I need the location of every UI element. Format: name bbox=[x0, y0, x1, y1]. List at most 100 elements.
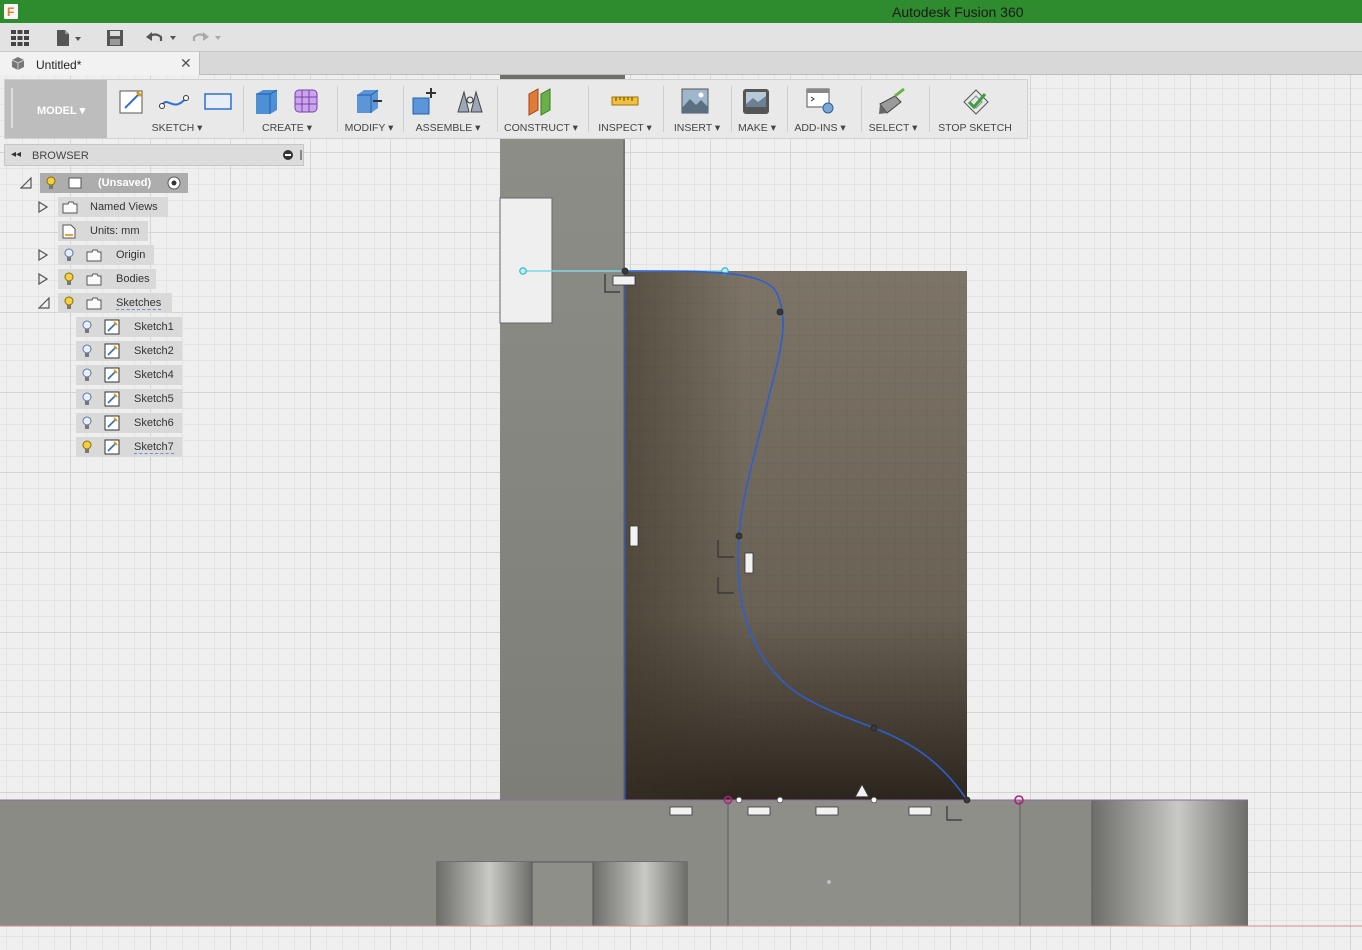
collapse-arrow-icon[interactable] bbox=[20, 177, 32, 189]
construct-menu-label: CONSTRUCT ▾ bbox=[504, 122, 578, 134]
new-component-icon[interactable] bbox=[411, 86, 441, 116]
undo-button[interactable] bbox=[145, 27, 179, 49]
browser-node-named-views[interactable]: Named Views bbox=[58, 197, 168, 217]
browser-node-units[interactable]: Units: mm bbox=[58, 221, 148, 241]
select-group[interactable]: SELECT ▾ bbox=[863, 80, 923, 138]
browser-node-origin[interactable]: Origin bbox=[58, 245, 154, 265]
minimize-browser-icon[interactable] bbox=[283, 150, 293, 160]
design-canvas[interactable] bbox=[0, 75, 1362, 950]
add-ins-group[interactable]: ADD-INS ▾ bbox=[789, 80, 851, 138]
sketch-point[interactable] bbox=[870, 796, 878, 804]
construction-point[interactable] bbox=[519, 267, 527, 275]
create-group[interactable]: CREATE ▾ bbox=[245, 80, 329, 138]
stop-sketch-icon[interactable] bbox=[961, 86, 991, 116]
expand-arrow-icon[interactable] bbox=[38, 273, 48, 285]
lightbulb-on-icon[interactable] bbox=[64, 272, 74, 286]
press-pull-icon[interactable] bbox=[353, 86, 383, 116]
insert-menu-label: INSERT ▾ bbox=[673, 122, 721, 134]
spline-point[interactable] bbox=[963, 796, 971, 804]
stop-sketch-group[interactable]: STOP SKETCH bbox=[931, 80, 1019, 138]
sketch-group[interactable]: SKETCH ▾ bbox=[113, 80, 241, 138]
browser-sketch-item[interactable]: Sketch7 bbox=[76, 437, 182, 457]
panel-grip-icon[interactable] bbox=[300, 150, 302, 160]
browser-sketch-item[interactable]: Sketch1 bbox=[76, 317, 182, 337]
lightbulb-on-icon[interactable] bbox=[46, 176, 56, 190]
units-document-icon bbox=[62, 224, 76, 239]
wall-body[interactable] bbox=[499, 75, 625, 800]
activate-radio-icon[interactable] bbox=[167, 176, 181, 190]
spline-point[interactable] bbox=[870, 724, 878, 732]
horizontal-constraint-icon bbox=[908, 806, 932, 816]
browser-header[interactable]: ◂◂ BROWSER bbox=[4, 144, 304, 166]
sketch-point[interactable] bbox=[735, 796, 743, 804]
workspace-mode-label: MODEL ▾ bbox=[37, 105, 86, 117]
sketch-icon bbox=[104, 439, 120, 455]
lightbulb-off-icon[interactable] bbox=[82, 320, 92, 334]
sketch-menu-label: SKETCH ▾ bbox=[151, 122, 203, 134]
toolbar-divider bbox=[588, 86, 589, 132]
select-brush-icon[interactable] bbox=[877, 86, 907, 116]
sketch-icon bbox=[104, 343, 120, 359]
workspace-mode-button[interactable]: MODEL ▾ bbox=[5, 80, 107, 138]
insert-image-icon[interactable] bbox=[680, 86, 710, 116]
collapse-browser-icon[interactable]: ◂◂ bbox=[11, 149, 21, 160]
browser-root-node[interactable]: (Unsaved) bbox=[40, 173, 188, 193]
create-sketch-icon[interactable] bbox=[117, 86, 147, 116]
spline-point[interactable] bbox=[776, 308, 784, 316]
expand-arrow-icon[interactable] bbox=[38, 201, 48, 213]
inspect-menu-label: INSPECT ▾ bbox=[598, 122, 652, 134]
lightbulb-off-icon[interactable] bbox=[82, 392, 92, 406]
redo-button[interactable] bbox=[190, 27, 224, 49]
expand-arrow-icon[interactable] bbox=[38, 249, 48, 261]
base-body[interactable] bbox=[0, 799, 1362, 927]
spline-point[interactable] bbox=[735, 532, 743, 540]
horizontal-constraint-icon bbox=[815, 806, 839, 816]
data-panel-button[interactable] bbox=[10, 27, 30, 49]
offset-plane-icon[interactable] bbox=[526, 86, 556, 116]
browser-sketch-item[interactable]: Sketch2 bbox=[76, 341, 182, 361]
fusion-logo-icon[interactable]: F bbox=[4, 4, 18, 19]
file-icon bbox=[57, 30, 81, 46]
named-views-label: Named Views bbox=[90, 201, 158, 213]
browser-sketch-item[interactable]: Sketch5 bbox=[76, 389, 182, 409]
insert-group[interactable]: INSERT ▾ bbox=[665, 80, 729, 138]
lightbulb-on-icon[interactable] bbox=[82, 440, 92, 454]
inspect-group[interactable]: INSPECT ▾ bbox=[590, 80, 660, 138]
browser-sketch-item[interactable]: Sketch4 bbox=[76, 365, 182, 385]
scripts-addins-icon[interactable] bbox=[805, 86, 835, 116]
assemble-group[interactable]: ASSEMBLE ▾ bbox=[405, 80, 491, 138]
browser-node-sketches[interactable]: Sketches bbox=[58, 293, 172, 313]
browser-sketch-item[interactable]: Sketch6 bbox=[76, 413, 182, 433]
viewport-scene bbox=[0, 75, 1362, 927]
measure-icon[interactable] bbox=[610, 86, 640, 116]
close-tab-icon[interactable]: ✕ bbox=[180, 55, 192, 72]
sketch-profile-face[interactable] bbox=[624, 271, 967, 800]
spline-tool-icon[interactable] bbox=[159, 86, 189, 116]
file-menu-button[interactable] bbox=[55, 27, 83, 49]
create-menu-label: CREATE ▾ bbox=[262, 122, 312, 134]
spline-point[interactable] bbox=[621, 267, 629, 275]
3d-print-icon[interactable] bbox=[741, 86, 771, 116]
save-button[interactable] bbox=[106, 27, 124, 49]
extrude-icon[interactable] bbox=[251, 86, 281, 116]
make-group[interactable]: MAKE ▾ bbox=[733, 80, 781, 138]
joint-icon[interactable] bbox=[455, 86, 485, 116]
form-tspline-icon[interactable] bbox=[291, 86, 321, 116]
origin-label: Origin bbox=[116, 249, 146, 261]
select-menu-label: SELECT ▾ bbox=[868, 122, 918, 134]
document-tab[interactable]: Untitled* ✕ bbox=[0, 52, 200, 75]
browser-node-bodies[interactable]: Bodies bbox=[58, 269, 156, 289]
sketch-point[interactable] bbox=[776, 796, 784, 804]
browser-title: BROWSER bbox=[32, 150, 89, 162]
lightbulb-on-icon[interactable] bbox=[64, 296, 74, 310]
collapse-arrow-icon[interactable] bbox=[38, 297, 50, 309]
root-node-label: (Unsaved) bbox=[98, 177, 152, 189]
lightbulb-off-icon[interactable] bbox=[82, 368, 92, 382]
lightbulb-off-icon[interactable] bbox=[64, 248, 74, 262]
construct-group[interactable]: CONSTRUCT ▾ bbox=[499, 80, 583, 138]
modify-group[interactable]: MODIFY ▾ bbox=[339, 80, 399, 138]
rectangle-tool-icon[interactable] bbox=[203, 86, 233, 116]
lightbulb-off-icon[interactable] bbox=[82, 344, 92, 358]
sketch-icon bbox=[104, 415, 120, 431]
lightbulb-off-icon[interactable] bbox=[82, 416, 92, 430]
